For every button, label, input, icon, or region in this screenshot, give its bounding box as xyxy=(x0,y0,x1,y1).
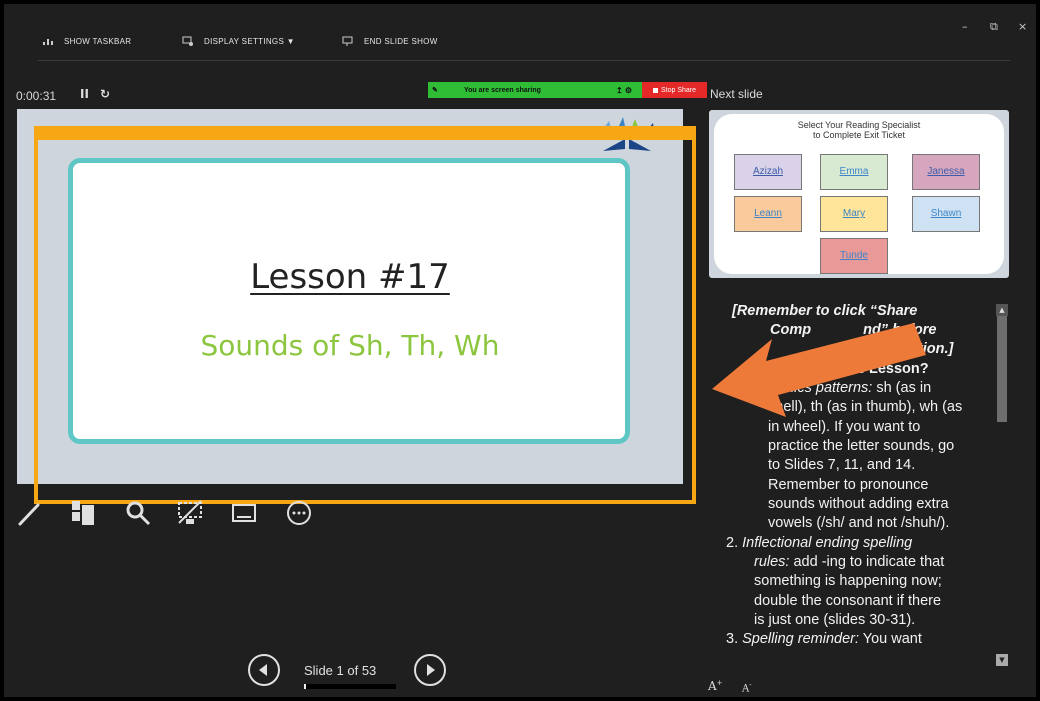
notes-line: practice the letter sounds, go xyxy=(768,438,955,454)
minimize-button[interactable]: – xyxy=(962,20,968,33)
notes-fragment: Inflectional ending spelling xyxy=(742,535,913,551)
notes-fragment: Spelling reminder: xyxy=(742,631,859,647)
heading-line-2: to Complete Exit Ticket xyxy=(812,130,906,140)
tile-tunde[interactable]: Tunde xyxy=(820,238,888,274)
zoom-icon[interactable] xyxy=(124,499,152,527)
next-icon xyxy=(427,664,435,676)
prev-icon xyxy=(259,664,267,676)
notes-line: 3. Spelling reminder: You want xyxy=(726,630,922,649)
notes-fragment: 3. xyxy=(726,631,743,647)
annotation-arrow-icon xyxy=(712,323,926,417)
notes-line: vowels (/sh/ and not /shuh/). xyxy=(768,515,950,531)
notes-scrollbar-thumb[interactable] xyxy=(997,316,1007,422)
next-slide-heading: Select Your Reading Specialist to Comple… xyxy=(714,120,1004,140)
display-settings-label: DISPLAY SETTINGS ▼ xyxy=(204,36,295,46)
slides-grid-icon[interactable] xyxy=(70,499,98,527)
elapsed-timer: 0:00:31 xyxy=(16,89,57,103)
next-slide-canvas: Select Your Reading Specialist to Comple… xyxy=(714,114,1004,274)
scroll-up-button[interactable]: ▲ xyxy=(996,304,1008,316)
stop-share-button[interactable]: Stop Share xyxy=(642,82,707,98)
screen-share-banner: ✎ You are screen sharing ↥ ⚙ Stop Share xyxy=(428,82,707,98)
notes-line: to Slides 7, 11, and 14. xyxy=(768,457,916,473)
increase-font-label: A xyxy=(708,679,717,693)
notes-fragment: You want xyxy=(859,631,922,647)
display-settings-icon xyxy=(182,36,194,46)
tile-shawn[interactable]: Shawn xyxy=(912,196,980,232)
restore-button[interactable]: ⧉ xyxy=(990,20,998,34)
scroll-down-button[interactable]: ▼ xyxy=(996,654,1008,666)
slide-counter: Slide 1 of 53 xyxy=(304,663,377,678)
end-slide-show-label: END SLIDE SHOW xyxy=(364,36,438,46)
notes-line: rules: add -ing to indicate that xyxy=(754,553,944,572)
share-status-text: You are screen sharing xyxy=(464,86,541,94)
notes-fragment: rules: xyxy=(754,554,790,570)
pause-icon[interactable]: II xyxy=(80,87,89,101)
end-show-icon xyxy=(342,36,354,46)
heading-line-1: Select Your Reading Specialist xyxy=(797,120,921,130)
end-slide-show-button[interactable]: END SLIDE SHOW xyxy=(342,36,438,46)
share-status: ✎ You are screen sharing ↥ ⚙ xyxy=(428,82,642,98)
presenter-toolbar: SHOW TASKBAR DISPLAY SETTINGS ▼ END SLID… xyxy=(4,4,1036,60)
notes-fragment: add -ing to indicate that xyxy=(789,554,945,570)
previous-slide-button[interactable] xyxy=(248,654,280,686)
tile-azizah[interactable]: Azizah xyxy=(734,154,802,190)
increase-font-button[interactable]: A+ xyxy=(708,679,723,693)
presenter-view: SHOW TASKBAR DISPLAY SETTINGS ▼ END SLID… xyxy=(4,4,1036,697)
notes-fragment: 2. xyxy=(726,535,743,551)
display-settings-button[interactable]: DISPLAY SETTINGS ▼ xyxy=(182,36,295,46)
black-screen-icon[interactable] xyxy=(176,499,204,527)
reset-icon[interactable]: ↻ xyxy=(100,87,110,101)
notes-line: sounds without adding extra xyxy=(768,496,949,512)
notes-line: something is happening now; xyxy=(754,573,942,589)
slide-progress-bar xyxy=(304,684,396,689)
tile-janessa[interactable]: Janessa xyxy=(912,154,980,190)
next-slide-preview[interactable]: Select Your Reading Specialist to Comple… xyxy=(709,110,1009,278)
pin-icon[interactable]: ✎ xyxy=(432,86,444,94)
stop-share-label: Stop Share xyxy=(660,86,697,94)
stop-icon xyxy=(652,87,658,93)
notes-line: 2. Inflectional ending spelling xyxy=(726,534,912,553)
toolbar-divider xyxy=(38,60,1010,61)
show-taskbar-button[interactable]: SHOW TASKBAR xyxy=(42,36,131,46)
show-taskbar-label: SHOW TASKBAR xyxy=(64,36,132,46)
share-controls-icon[interactable]: ↥ ⚙ xyxy=(616,86,632,95)
tile-emma[interactable]: Emma xyxy=(820,154,888,190)
decrease-font-button[interactable]: A- xyxy=(742,681,752,694)
next-slide-label: Next slide xyxy=(710,87,763,101)
taskbar-icon xyxy=(42,36,54,46)
notes-line: is just one (slides 30-31). xyxy=(754,612,916,628)
notes-line: Remember to pronounce xyxy=(768,477,929,493)
tile-mary[interactable]: Mary xyxy=(820,196,888,232)
tile-leann[interactable]: Leann xyxy=(734,196,802,232)
close-button[interactable]: × xyxy=(1018,20,1027,33)
more-options-icon[interactable] xyxy=(285,499,313,527)
notes-line: double the consonant if there xyxy=(754,593,942,609)
pen-icon[interactable] xyxy=(16,499,44,527)
next-slide-button[interactable] xyxy=(414,654,446,686)
highlight-box xyxy=(34,136,696,504)
slide-progress-fill xyxy=(304,684,306,689)
subtitles-icon[interactable] xyxy=(230,499,258,527)
